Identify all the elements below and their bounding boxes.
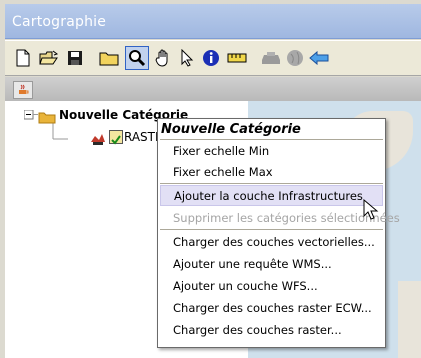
application-window: Cartographie Nouvelle Catégorie RASTE No… <box>0 0 421 358</box>
toolbar <box>5 40 421 76</box>
context-menu: Nouvelle Catégorie Fixer echelle Min Fix… <box>157 118 400 348</box>
measure-ruler-icon[interactable] <box>225 46 249 70</box>
context-menu-title: Nouvelle Catégorie <box>161 122 301 137</box>
info-icon[interactable] <box>199 46 223 70</box>
menu-separator <box>160 183 383 184</box>
mouse-cursor-icon <box>363 198 379 225</box>
menu-item-add-infrastructure-layer[interactable]: Ajouter la couche Infrastructures <box>160 185 383 206</box>
menu-item-delete-categories[interactable]: Supprimer les catégories sélectionnées <box>160 207 400 228</box>
layer-visibility-checkbox[interactable] <box>109 130 123 145</box>
globe-gray-icon[interactable] <box>283 46 307 70</box>
folder-icon[interactable] <box>97 46 121 70</box>
java-cup-icon[interactable] <box>13 81 33 99</box>
raster-layer-icon <box>90 131 106 150</box>
zoom-icon[interactable] <box>125 46 149 70</box>
new-file-icon[interactable] <box>11 46 35 70</box>
window-title: Cartographie <box>12 14 107 30</box>
open-file-icon[interactable] <box>37 46 61 70</box>
menu-item-load-raster-layers[interactable]: Charger des couches raster... <box>160 319 383 340</box>
menu-item-set-max-scale[interactable]: Fixer echelle Max <box>160 161 383 182</box>
menu-item-set-min-scale[interactable]: Fixer echelle Min <box>160 140 383 161</box>
layer-gray-icon[interactable] <box>259 46 283 70</box>
menu-separator <box>160 229 383 230</box>
select-arrow-icon[interactable] <box>175 46 199 70</box>
menu-item-load-vector-layers[interactable]: Charger des couches vectorielles... <box>160 231 383 252</box>
pan-hand-icon[interactable] <box>151 46 175 70</box>
folder-icon <box>38 109 56 128</box>
menu-item-load-ecw-raster[interactable]: Charger des couches raster ECW... <box>160 297 383 318</box>
menu-item-add-wms-request[interactable]: Ajouter une requête WMS... <box>160 253 383 274</box>
panel-header <box>5 77 421 101</box>
menu-item-add-wfs-layer[interactable]: Ajouter un couche WFS... <box>160 275 383 296</box>
back-arrow-icon[interactable] <box>307 46 331 70</box>
save-icon[interactable] <box>63 46 87 70</box>
title-bar: Cartographie <box>5 4 421 39</box>
